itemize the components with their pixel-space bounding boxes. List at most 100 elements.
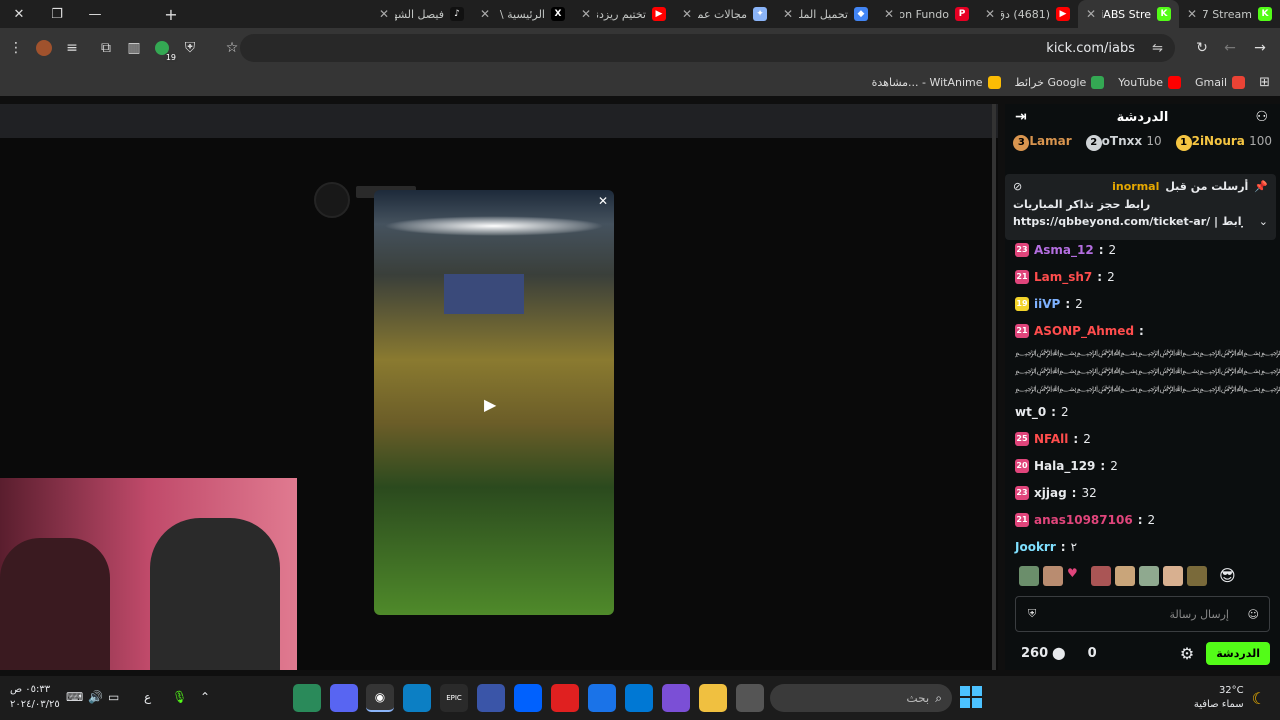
app-icon-2[interactable] — [477, 684, 505, 712]
chat-username[interactable]: Jookrr — [1015, 540, 1056, 554]
leaderboard-entry[interactable]: 3 Lamar — [1009, 134, 1072, 151]
emote-icon[interactable] — [1091, 566, 1111, 586]
settings-gear-icon[interactable]: ⚙ — [1180, 644, 1194, 663]
tab-close-icon[interactable]: ✕ — [1086, 7, 1096, 21]
emoji-icon[interactable]: ☺ — [1248, 608, 1259, 621]
chrome-icon[interactable]: ◉ — [366, 684, 394, 712]
chat-input[interactable]: إرسال رسالة ☺ ⛨ — [1015, 596, 1270, 632]
volume-icon[interactable]: 🔊 — [88, 690, 103, 704]
address-bar[interactable]: kick.com/iabs ⇋ — [240, 34, 1175, 62]
emote-icon[interactable] — [1115, 566, 1135, 586]
tab[interactable]: P Pin on Fundo ✕ — [876, 0, 977, 28]
monitor-icon[interactable]: ▭ — [108, 690, 119, 704]
chat-username[interactable]: xjjag — [1034, 486, 1067, 500]
tab-close-icon[interactable]: ✕ — [1187, 7, 1197, 21]
extensions-icon[interactable]: ⧉ — [92, 34, 120, 62]
dropbox-icon[interactable] — [514, 684, 542, 712]
hide-pin-icon[interactable]: ⊘ — [1013, 180, 1022, 193]
emote-icon[interactable] — [1187, 566, 1207, 586]
chat-username[interactable]: Asma_12 — [1034, 243, 1094, 257]
tab-close-icon[interactable]: ✕ — [985, 7, 995, 21]
new-tab-icon[interactable]: + — [152, 0, 190, 28]
emote-icon[interactable]: ♥ — [1067, 566, 1087, 586]
chat-username[interactable]: Lam_sh7 — [1034, 270, 1092, 284]
play-icon[interactable]: ▶ — [484, 395, 496, 414]
mail-icon[interactable] — [588, 684, 616, 712]
clock[interactable]: ٠٥:٣٣ ص ٢٠٢٤/٠٣/٢٥ — [10, 682, 60, 712]
chat-username[interactable]: iiVP — [1034, 297, 1060, 311]
app-icon-4[interactable] — [736, 684, 764, 712]
menu-icon[interactable]: ⋮ — [2, 34, 30, 62]
chat-username[interactable]: wt_0 — [1015, 405, 1046, 419]
close-window-icon[interactable]: ✕ — [0, 0, 38, 28]
emote-icon[interactable]: 😎 — [1219, 566, 1239, 586]
network-icon[interactable]: ⌨ — [66, 690, 83, 704]
expand-pin-icon[interactable]: ⌄ — [1259, 215, 1268, 228]
stream-scrollbar[interactable] — [992, 104, 996, 670]
start-icon[interactable] — [960, 686, 982, 708]
stream-player[interactable]: ▶ ✕ — [0, 104, 998, 670]
bookmark-item[interactable]: Gmail — [1195, 75, 1246, 89]
taskbar-search[interactable]: بحث ⌕ — [770, 684, 952, 712]
tab[interactable]: K Nxv7 Stream ✕ — [1179, 0, 1280, 28]
reload-icon[interactable]: ↻ — [1188, 34, 1216, 62]
tab-close-icon[interactable]: ✕ — [682, 7, 692, 21]
tab[interactable]: KiABS Stre ✕ — [1078, 0, 1179, 28]
bookmark-item[interactable]: مشاهدة... - WitAnime — [872, 75, 1001, 89]
snap-video-modal[interactable]: ▶ ✕ — [374, 190, 614, 615]
pinned-link[interactable]: https://qbbeyond.com/ticket-ar/ | رابط — [1013, 215, 1243, 228]
collapse-chat-icon[interactable]: ⇥ — [1015, 109, 1027, 125]
apps-grid-icon[interactable]: ⊞ — [1259, 75, 1270, 90]
leaderboard-entry[interactable]: 1 2iNoura 100 — [1172, 134, 1272, 151]
close-modal-icon[interactable]: ✕ — [598, 194, 608, 208]
pinned-by-user[interactable]: inormal — [1112, 180, 1159, 193]
tab[interactable]: ✦ مجالات عمل ✕ — [674, 0, 775, 28]
chat-username[interactable]: ASONP_Ahmed — [1034, 324, 1134, 338]
chat-username[interactable]: anas10987106 — [1034, 513, 1133, 527]
tab-close-icon[interactable]: ✕ — [480, 7, 490, 21]
tray-overflow-icon[interactable]: ⌃ — [200, 690, 210, 704]
tab[interactable]: ▶ (4681) دق دق ✕ — [977, 0, 1078, 28]
tab-close-icon[interactable]: ✕ — [581, 7, 591, 21]
back-icon[interactable]: ← — [1216, 34, 1244, 62]
site-settings-icon[interactable]: ⇋ — [1152, 41, 1163, 56]
tab-close-icon[interactable]: ✕ — [783, 7, 793, 21]
extension-c-icon[interactable]: 19 — [148, 34, 178, 62]
edge-icon[interactable] — [403, 684, 431, 712]
weather-widget[interactable]: ☾ 32°C سماء صافية — [1194, 684, 1266, 712]
shield-icon[interactable]: ⛨ — [1028, 607, 1036, 621]
url-text[interactable]: kick.com/iabs — [1046, 41, 1135, 56]
emote-icon[interactable] — [1139, 566, 1159, 586]
send-chat-button[interactable]: الدردشة — [1206, 641, 1270, 665]
store-icon[interactable] — [625, 684, 653, 712]
epic-games-icon[interactable]: EPIC — [440, 684, 468, 712]
app-icon-1[interactable] — [293, 684, 321, 712]
tab[interactable]: ♪ فيصل الشهرا ✕ — [371, 0, 472, 28]
microphone-icon[interactable]: 🎙 — [172, 690, 187, 704]
file-explorer-icon[interactable] — [699, 684, 727, 712]
emote-icon[interactable] — [1163, 566, 1183, 586]
shield-icon[interactable]: ⛨ — [176, 34, 204, 62]
input-language[interactable]: ع — [144, 690, 151, 704]
leaderboard-entry[interactable]: 2 oTnxx 10 — [1082, 134, 1162, 151]
chat-username[interactable]: Hala_129 — [1034, 459, 1095, 473]
tab[interactable]: ◆ تحميل الملف ✕ — [775, 0, 876, 28]
extension-b-icon[interactable]: ▥ — [120, 34, 148, 62]
pinned-message[interactable]: 📌 أرسلت من قبل inormal ⊘ رابط حجز تذاكر … — [1005, 174, 1276, 240]
media-control-icon[interactable]: ≡ — [58, 34, 86, 62]
tab[interactable]: ▶ تختيم ريزدنت ✕ — [573, 0, 674, 28]
copilot-icon[interactable] — [662, 684, 690, 712]
tab-close-icon[interactable]: ✕ — [379, 7, 389, 21]
tab[interactable]: X الرئيسية \ X (1) ✕ — [472, 0, 573, 28]
app-icon-3[interactable] — [551, 684, 579, 712]
restore-window-icon[interactable]: ❐ — [38, 0, 76, 28]
emote-icon[interactable] — [1043, 566, 1063, 586]
chat-username[interactable]: NFAll — [1034, 432, 1068, 446]
users-icon[interactable]: ⚇ — [1255, 109, 1268, 125]
minimize-window-icon[interactable]: — — [76, 0, 114, 28]
bookmark-item[interactable]: YouTube — [1118, 75, 1181, 89]
extension-a-icon[interactable] — [30, 34, 58, 62]
forward-icon[interactable]: → — [1246, 34, 1274, 62]
discord-icon[interactable] — [330, 684, 358, 712]
bookmark-item[interactable]: خرائط Google — [1015, 75, 1105, 89]
